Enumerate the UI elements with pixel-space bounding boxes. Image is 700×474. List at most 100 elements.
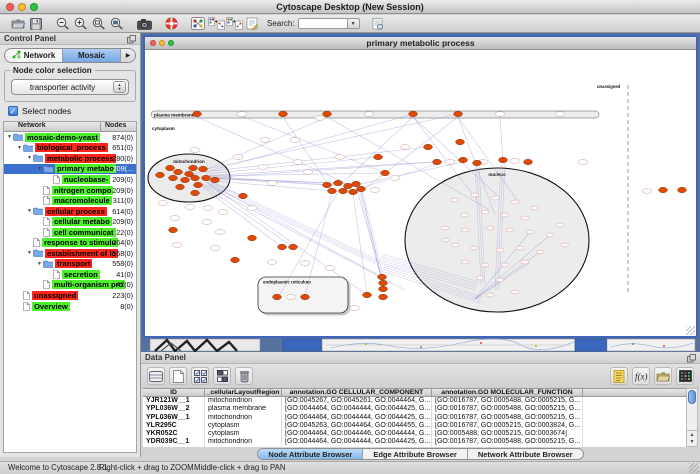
gene-node[interactable] bbox=[315, 116, 325, 121]
snapshot-icon[interactable] bbox=[135, 16, 153, 32]
gene-node[interactable] bbox=[170, 216, 180, 221]
table-cell[interactable]: [GO:0045263, GO:0044464, GO:0044455, G..… bbox=[282, 422, 432, 430]
expand-arrow-icon[interactable]: ▼ bbox=[26, 155, 33, 161]
selected-gene-node[interactable] bbox=[202, 175, 211, 180]
tree-row[interactable]: secretion41(0) bbox=[4, 269, 136, 280]
network-tree-scrollpane[interactable]: Network Nodes ▼mosaic-demo-yeast874(0)▼b… bbox=[3, 121, 137, 453]
selected-gene-node[interactable] bbox=[424, 144, 433, 149]
advanced-search-icon[interactable] bbox=[369, 16, 387, 32]
gene-node[interactable] bbox=[370, 188, 380, 193]
gene-node[interactable] bbox=[237, 112, 247, 117]
table-cell[interactable]: [GO:0044464, GO:0044444, GO:0044425, G..… bbox=[282, 414, 432, 422]
gene-node[interactable] bbox=[441, 226, 449, 230]
gene-node[interactable] bbox=[451, 198, 459, 202]
expand-arrow-icon[interactable]: ▼ bbox=[36, 261, 43, 267]
selected-gene-node[interactable] bbox=[524, 159, 533, 164]
gene-node[interactable] bbox=[390, 176, 400, 181]
gene-node[interactable] bbox=[303, 170, 313, 175]
node-color-dropdown[interactable]: transporter activity ▲▼ bbox=[11, 79, 129, 95]
selected-gene-node[interactable] bbox=[328, 188, 337, 193]
gene-node[interactable] bbox=[511, 290, 519, 294]
tree-row[interactable]: macromolecule311(0) bbox=[4, 195, 136, 206]
delete-attribute-icon[interactable] bbox=[235, 367, 253, 385]
selected-gene-node[interactable] bbox=[381, 170, 390, 175]
gene-node[interactable] bbox=[555, 112, 565, 117]
gene-node[interactable] bbox=[521, 260, 529, 264]
table-cell[interactable] bbox=[583, 430, 686, 438]
scrollbar-arrows[interactable]: ▲▼ bbox=[687, 430, 697, 446]
gene-node[interactable] bbox=[172, 243, 182, 248]
selected-gene-node[interactable] bbox=[273, 294, 282, 299]
select-attributes-icon[interactable] bbox=[191, 367, 209, 385]
gene-node[interactable] bbox=[461, 228, 469, 232]
col-region[interactable]: _cellularLayoutRegion bbox=[205, 389, 282, 396]
search-input[interactable] bbox=[298, 18, 348, 29]
table-cell[interactable]: mitochondrion bbox=[205, 397, 282, 405]
tree-row[interactable]: Overview8(0) bbox=[4, 301, 136, 312]
gene-node[interactable] bbox=[400, 145, 410, 150]
selected-gene-node[interactable] bbox=[379, 280, 388, 285]
tab-edge-attribute-browser[interactable]: Edge Attribute Browser bbox=[363, 449, 467, 459]
gene-node[interactable] bbox=[481, 210, 489, 214]
gene-node[interactable] bbox=[190, 148, 200, 153]
selected-gene-node[interactable] bbox=[454, 111, 463, 116]
select-nodes-checkbox[interactable]: ✓ bbox=[8, 106, 18, 116]
zoom-out-icon[interactable] bbox=[54, 16, 72, 32]
frame-close-icon[interactable] bbox=[150, 40, 156, 46]
table-cell[interactable]: [GO:0016787, GO:0005488, GO:0005215, G..… bbox=[432, 414, 583, 422]
selected-gene-node[interactable] bbox=[181, 177, 190, 182]
zoom-window-icon[interactable] bbox=[30, 3, 38, 11]
col-id[interactable]: ID bbox=[143, 389, 205, 396]
selected-gene-node[interactable] bbox=[344, 183, 353, 188]
frame-resize-grip[interactable] bbox=[686, 326, 695, 335]
table-cell[interactable]: cytoplasm bbox=[205, 422, 282, 430]
tree-row[interactable]: cell communicat22(0) bbox=[4, 227, 136, 238]
selected-gene-node[interactable] bbox=[231, 257, 240, 262]
tabs-overflow-icon[interactable]: ▶ bbox=[121, 49, 135, 62]
gene-node[interactable] bbox=[158, 201, 168, 206]
gene-node[interactable] bbox=[290, 138, 300, 143]
frame-zoom-icon[interactable] bbox=[168, 40, 174, 46]
window-resize-grip[interactable] bbox=[689, 463, 699, 473]
col-molecular-function[interactable]: annotation.GO MOLECULAR_FUNCTION bbox=[432, 389, 583, 396]
gene-node[interactable] bbox=[185, 205, 195, 210]
gene-node[interactable] bbox=[350, 306, 360, 311]
expand-arrow-icon[interactable]: ▼ bbox=[26, 208, 33, 214]
table-cell[interactable]: YPL036W__2 bbox=[143, 405, 205, 413]
gene-node[interactable] bbox=[210, 246, 220, 251]
tree-row[interactable]: nucleobase-209(0) bbox=[4, 174, 136, 185]
gene-node[interactable] bbox=[203, 206, 213, 211]
gene-node[interactable] bbox=[461, 260, 469, 264]
selected-gene-node[interactable] bbox=[191, 190, 200, 195]
network-panel-icon[interactable] bbox=[189, 16, 207, 32]
vizmapper-node-icon[interactable] bbox=[207, 16, 225, 32]
tree-row[interactable]: ▼metabolic process280(0) bbox=[4, 153, 136, 164]
gene-node[interactable] bbox=[267, 260, 277, 265]
table-cell[interactable]: [GO:0016787, GO:0005488, GO:0005215, G..… bbox=[432, 397, 583, 405]
gene-node[interactable] bbox=[247, 206, 257, 211]
tree-row[interactable]: ▼biological_process651(0) bbox=[4, 143, 136, 154]
network-canvas[interactable]: plasma membranecytoplasmmitochondrionnuc… bbox=[145, 50, 696, 336]
gene-node[interactable] bbox=[293, 160, 303, 165]
help-icon[interactable] bbox=[162, 16, 180, 32]
gene-node[interactable] bbox=[461, 213, 469, 217]
minimize-icon[interactable] bbox=[18, 3, 26, 11]
selected-gene-node[interactable] bbox=[191, 175, 200, 180]
selected-gene-node[interactable] bbox=[278, 244, 287, 249]
gene-node[interactable] bbox=[578, 160, 588, 165]
table-cell[interactable]: [GO:0045267, GO:0045261, GO:0044464, G..… bbox=[282, 397, 432, 405]
gene-node[interactable] bbox=[441, 238, 449, 242]
gene-node[interactable] bbox=[364, 112, 374, 117]
expand-arrow-icon[interactable]: ▼ bbox=[6, 134, 13, 140]
table-cell[interactable]: mitochondrion bbox=[205, 438, 282, 446]
gene-node[interactable] bbox=[495, 112, 505, 117]
table-cell[interactable] bbox=[583, 405, 686, 413]
gene-node[interactable] bbox=[258, 165, 268, 170]
table-cell[interactable] bbox=[583, 438, 686, 446]
selected-gene-node[interactable] bbox=[363, 292, 372, 297]
scrollbar-thumb[interactable] bbox=[688, 390, 696, 404]
gene-node[interactable] bbox=[233, 155, 243, 160]
gene-node[interactable] bbox=[335, 155, 345, 160]
tree-row[interactable]: nitrogen compo209(0) bbox=[4, 185, 136, 196]
col-cellular-component[interactable]: annotation.GO CELLULAR_COMPONENT bbox=[282, 389, 432, 396]
